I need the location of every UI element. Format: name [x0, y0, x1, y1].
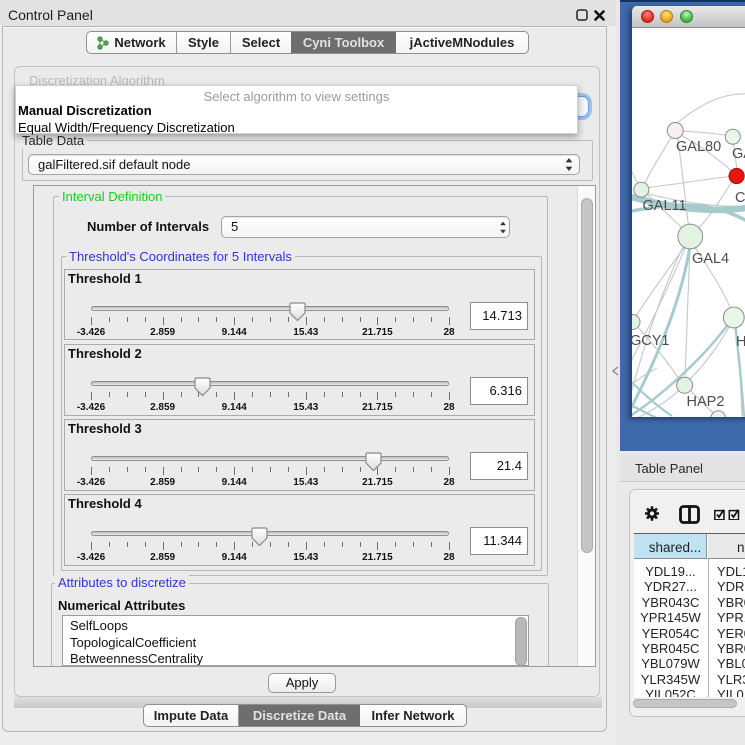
svg-text:C: C — [735, 190, 745, 206]
svg-text:GA: GA — [732, 146, 745, 162]
svg-text:H: H — [736, 334, 745, 350]
svg-text:GAL11: GAL11 — [643, 198, 687, 214]
svg-text:HAP2: HAP2 — [687, 394, 725, 410]
svg-text:GAL4: GAL4 — [692, 251, 729, 267]
svg-text:GCY1: GCY1 — [632, 333, 670, 349]
svg-text:GAL80: GAL80 — [676, 139, 721, 155]
